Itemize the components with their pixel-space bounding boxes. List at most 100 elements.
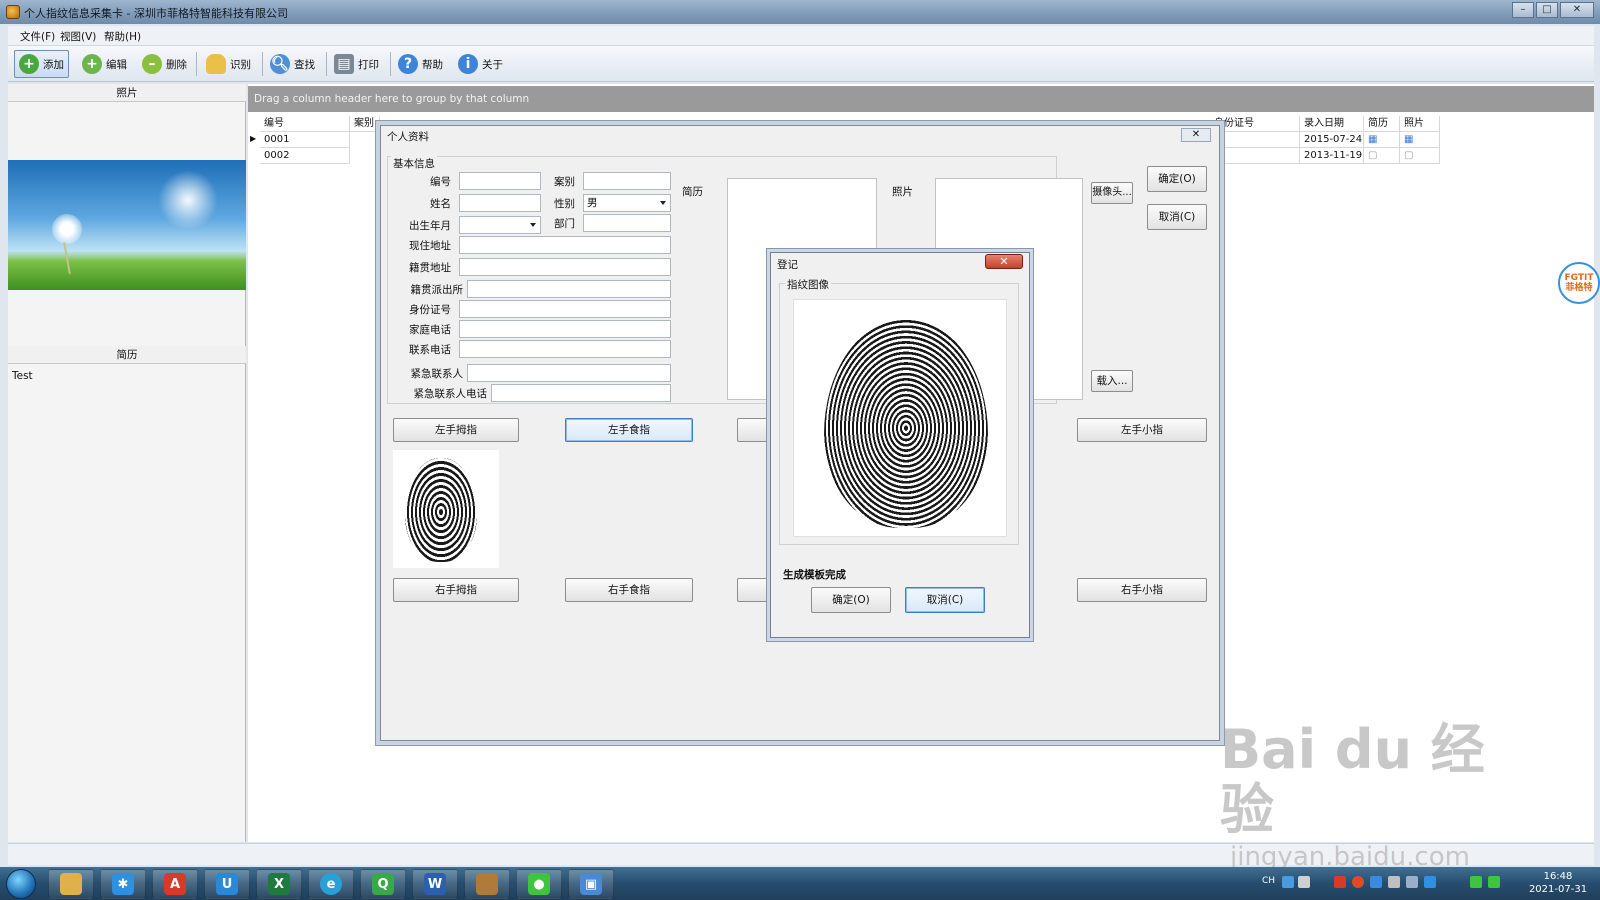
ime-indicator[interactable]: CH xyxy=(1262,876,1275,886)
id-card-field[interactable] xyxy=(459,300,671,318)
emergency-phone-field[interactable] xyxy=(491,384,671,402)
toolbar-separator xyxy=(262,52,263,76)
right-thumb-button[interactable]: 右手拇指 xyxy=(393,578,519,602)
delete-button[interactable]: – 删除 xyxy=(138,50,191,78)
dept-label: 部门 xyxy=(554,218,575,230)
folder-icon xyxy=(60,873,82,895)
clock[interactable]: 16:48 2021-07-31 xyxy=(1520,870,1596,896)
taskbar-app-star[interactable]: ✱ xyxy=(100,869,146,899)
tray-network-icon[interactable] xyxy=(1406,876,1418,888)
col-header-resume[interactable]: 简历 xyxy=(1364,116,1400,132)
close-window-button[interactable]: ✕ xyxy=(1560,2,1594,18)
taskbar-browser[interactable]: e xyxy=(308,869,354,899)
photo-dandelion xyxy=(52,214,82,244)
tray-weibo-icon[interactable] xyxy=(1352,876,1364,888)
address-field[interactable] xyxy=(459,236,671,254)
word-icon: W xyxy=(424,873,446,895)
photo-doc-icon[interactable]: ▢ xyxy=(1400,148,1440,164)
fingerprint-image xyxy=(824,320,988,528)
home-phone-field[interactable] xyxy=(459,320,671,338)
start-button[interactable] xyxy=(6,869,36,899)
tray-star-icon[interactable] xyxy=(1424,876,1436,888)
menu-help[interactable]: 帮助(H) xyxy=(104,29,141,44)
photo-stem xyxy=(63,242,71,274)
emergency-contact-field[interactable] xyxy=(467,364,671,382)
tray-wechat-icon[interactable] xyxy=(1488,876,1500,888)
taskbar-explorer[interactable] xyxy=(48,869,94,899)
tray-search-icon[interactable] xyxy=(1282,876,1294,888)
ok-button[interactable]: 确定(O) xyxy=(1147,166,1207,192)
gender-value: 男 xyxy=(587,197,598,209)
right-index-button[interactable]: 右手食指 xyxy=(565,578,693,602)
photo-sun xyxy=(158,170,218,230)
tray-sync-icon[interactable] xyxy=(1470,876,1482,888)
case-field[interactable] xyxy=(583,172,671,190)
recognize-label: 识别 xyxy=(230,58,251,71)
left-index-button[interactable]: 左手食指 xyxy=(565,418,693,442)
load-button[interactable]: 载入... xyxy=(1091,370,1133,392)
col-header-case[interactable]: 案别 xyxy=(350,116,380,132)
print-button[interactable]: ▤ 打印 xyxy=(330,50,383,78)
camera-button[interactable]: 摄像头... xyxy=(1091,182,1133,204)
help-button[interactable]: ? 帮助 xyxy=(394,50,447,78)
delete-label: 删除 xyxy=(166,58,187,71)
register-ok-button[interactable]: 确定(O) xyxy=(811,587,891,613)
left-thumb-print-box xyxy=(393,450,499,568)
tray-pdf-icon[interactable] xyxy=(1334,876,1346,888)
name-field[interactable] xyxy=(459,194,541,212)
resume-doc-icon[interactable]: ▦ xyxy=(1364,132,1400,148)
left-little-button[interactable]: 左手小指 xyxy=(1077,418,1207,442)
phone-field[interactable] xyxy=(459,340,671,358)
col-header-entry-date[interactable]: 录入日期 xyxy=(1300,116,1364,132)
taskbar-pdf[interactable]: A xyxy=(152,869,198,899)
origin-police-field[interactable] xyxy=(467,280,671,298)
toolbar: + 添加 + 编辑 – 删除 识别 🔍︎ 查找 ▤ 打印 ? 帮助 i 关于 xyxy=(8,46,1594,82)
col-header-id-card[interactable]: 身份证号 xyxy=(1210,116,1300,132)
right-little-button[interactable]: 右手小指 xyxy=(1077,578,1207,602)
photo-doc-icon[interactable]: ▦ xyxy=(1400,132,1440,148)
taskbar-search-app[interactable]: Q xyxy=(360,869,406,899)
about-button[interactable]: i 关于 xyxy=(454,50,507,78)
origin-police-label: 籍贯派出所 xyxy=(410,284,464,296)
taskbar-remote[interactable]: ▣ xyxy=(568,869,614,899)
cancel-button[interactable]: 取消(C) xyxy=(1147,204,1207,230)
cell-id: 0001 xyxy=(260,132,350,148)
origin-field[interactable] xyxy=(459,258,671,276)
user-icon xyxy=(206,54,226,74)
menu-view[interactable]: 视图(V) xyxy=(60,29,96,44)
case-label: 案别 xyxy=(554,176,575,188)
minus-icon: – xyxy=(142,54,162,74)
taskbar-wechat[interactable]: ● xyxy=(516,869,562,899)
fgtit-logo-badge[interactable]: FGTIT 菲格特 xyxy=(1558,262,1600,304)
col-header-photo[interactable]: 照片 xyxy=(1400,116,1440,132)
add-button[interactable]: + 添加 xyxy=(14,50,69,78)
taskbar-excel[interactable]: X xyxy=(256,869,302,899)
taskbar-word[interactable]: W xyxy=(412,869,458,899)
close-icon[interactable]: ✕ xyxy=(985,254,1023,269)
gender-select[interactable]: 男 xyxy=(583,194,671,212)
resume-doc-icon[interactable]: ▢ xyxy=(1364,148,1400,164)
gender-label: 性别 xyxy=(554,198,575,210)
birth-date-picker[interactable] xyxy=(459,216,541,234)
tray-shield-icon[interactable] xyxy=(1370,876,1382,888)
taskbar-app-u[interactable]: U xyxy=(204,869,250,899)
taskbar-fingerprint-app[interactable] xyxy=(464,869,510,899)
register-cancel-button[interactable]: 取消(C) xyxy=(905,587,985,613)
find-button[interactable]: 🔍︎ 查找 xyxy=(266,50,319,78)
group-by-bar[interactable]: Drag a column header here to group by th… xyxy=(248,86,1594,112)
id-field[interactable] xyxy=(459,172,541,190)
left-thumb-button[interactable]: 左手拇指 xyxy=(393,418,519,442)
app-u-icon: U xyxy=(216,873,238,895)
excel-icon: X xyxy=(268,873,290,895)
recognize-button[interactable]: 识别 xyxy=(202,50,255,78)
close-icon[interactable]: ✕ xyxy=(1181,128,1211,142)
dept-field[interactable] xyxy=(583,214,671,232)
minimize-button[interactable]: – xyxy=(1512,2,1534,18)
col-header-id[interactable]: 编号 xyxy=(260,116,350,132)
maximize-button[interactable]: □ xyxy=(1536,2,1558,18)
tray-speaker-icon[interactable] xyxy=(1388,876,1400,888)
tray-ime-icon[interactable] xyxy=(1298,876,1310,888)
cell-id-card xyxy=(1210,148,1300,164)
edit-button[interactable]: + 编辑 xyxy=(78,50,131,78)
menu-file[interactable]: 文件(F) xyxy=(20,29,55,44)
